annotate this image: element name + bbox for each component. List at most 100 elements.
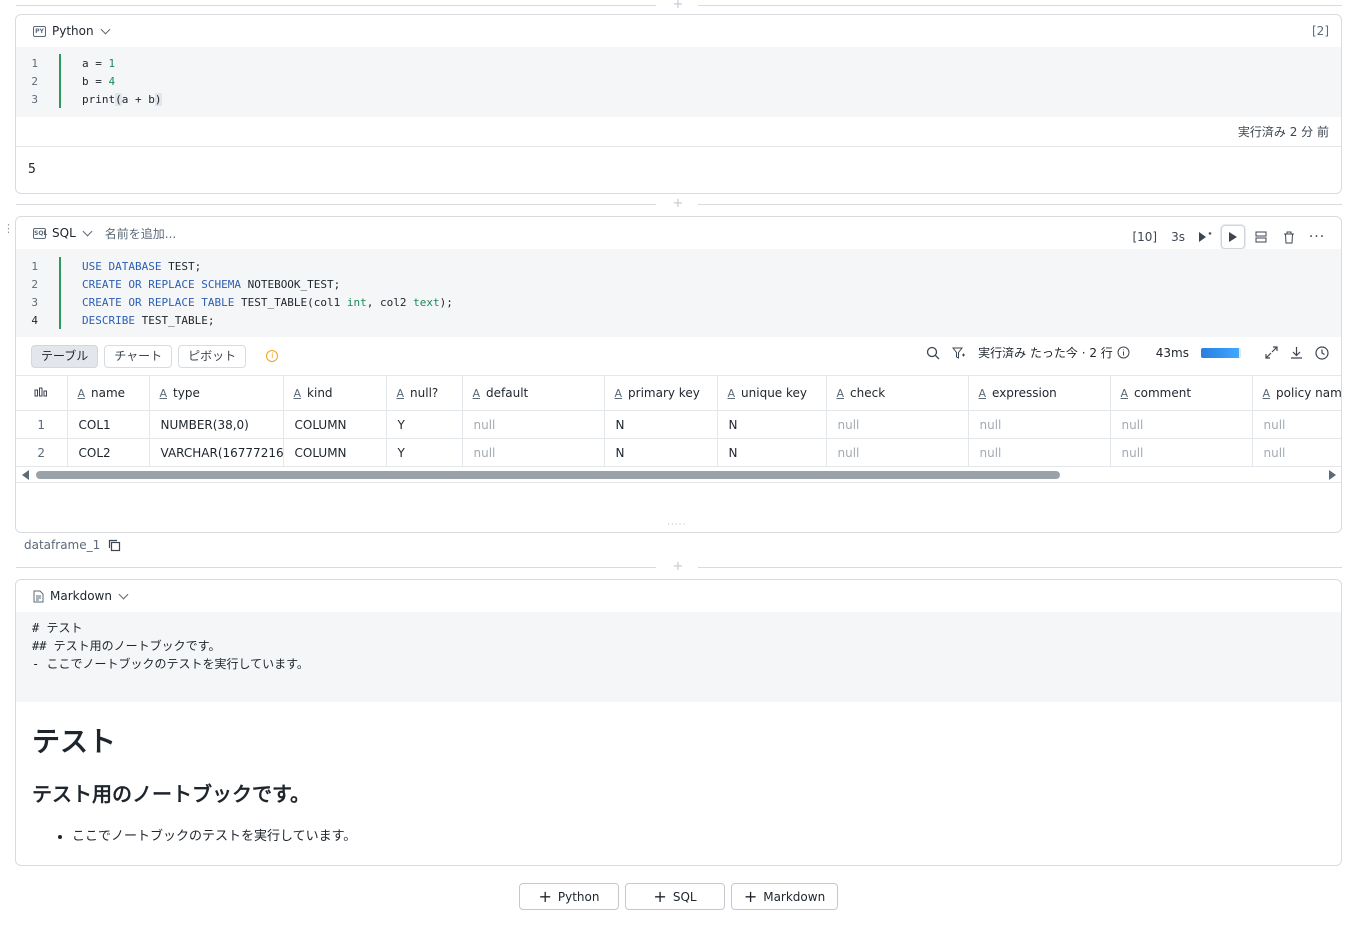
code-editor[interactable]: 1 USE DATABASE TEST; 2 CREATE OR REPLACE… xyxy=(16,249,1341,337)
code-line: 2 b = 4 xyxy=(31,74,116,88)
table-cell[interactable]: COL2 xyxy=(67,438,150,467)
column-header[interactable]: Akind xyxy=(283,375,387,411)
rendered-heading-1: テスト xyxy=(32,725,117,758)
column-header[interactable]: Apolicy nam xyxy=(1252,375,1341,411)
column-stats-icon[interactable] xyxy=(16,375,68,411)
tab-pivot[interactable]: ピボット xyxy=(178,344,247,368)
table-cell[interactable]: null xyxy=(968,438,1111,467)
table-cell[interactable]: null xyxy=(1110,410,1253,439)
column-header[interactable]: Acheck xyxy=(826,375,969,411)
plus-icon: + xyxy=(653,886,667,906)
scroll-left-icon[interactable] xyxy=(22,470,29,480)
table-cell[interactable]: null xyxy=(1110,438,1253,467)
resize-handle-icon[interactable]: ····· xyxy=(667,520,686,530)
add-sql-label: SQL xyxy=(672,889,697,904)
horizontal-scrollbar[interactable] xyxy=(16,467,1341,483)
column-header[interactable]: Atype xyxy=(149,375,284,411)
code-gutter-bar xyxy=(59,257,61,329)
sql-cell[interactable]: SQL SQL 名前を追加... [10] 3s ··· 1 USE DATAB… xyxy=(15,216,1342,533)
table-cell[interactable]: null xyxy=(462,410,605,439)
delete-icon[interactable] xyxy=(1277,225,1301,249)
table-cell[interactable]: null xyxy=(1252,438,1341,467)
language-label: SQL xyxy=(52,226,76,240)
language-selector[interactable]: Markdown xyxy=(33,589,129,603)
column-header[interactable]: Anull? xyxy=(386,375,463,411)
chevron-down-icon xyxy=(118,589,129,599)
markdown-rendered: テスト テスト用のノートブックです。 ここでノートブックのテストを実行しています… xyxy=(16,702,1341,856)
markdown-source-line: # テスト xyxy=(32,621,83,635)
split-cell-icon[interactable] xyxy=(1249,225,1273,249)
table-header-row: Aname Atype Akind Anull? Adefault Aprima… xyxy=(16,375,1341,411)
add-python-label: Python xyxy=(557,889,600,904)
add-markdown-button[interactable]: + Markdown xyxy=(731,883,838,910)
add-cell-plus-icon[interactable]: + xyxy=(671,559,685,574)
markdown-cell[interactable]: Markdown # テスト ## テスト用のノートブックです。 - ここでノー… xyxy=(15,579,1342,866)
column-header[interactable]: Aname xyxy=(67,375,150,411)
scroll-right-icon[interactable] xyxy=(1329,470,1336,480)
column-header[interactable]: Aprimary key xyxy=(604,375,718,411)
table-cell[interactable]: null xyxy=(826,438,969,467)
result-table-viewport: Aname Atype Akind Anull? Adefault Aprima… xyxy=(16,375,1341,467)
result-toolbar: テーブル チャート ピボット i 実行済み たった今 · 2 行 43ms xyxy=(16,337,1341,375)
plus-icon: + xyxy=(538,886,552,906)
language-label: Python xyxy=(52,24,94,38)
table-cell[interactable]: null xyxy=(462,438,605,467)
table-cell[interactable]: N xyxy=(717,438,827,467)
language-selector[interactable]: PY Python xyxy=(33,24,111,38)
table-cell[interactable]: COLUMN xyxy=(283,410,387,439)
table-cell[interactable]: NUMBER(38,0) xyxy=(149,410,284,439)
row-number: 2 xyxy=(16,438,68,467)
dataframe-label: dataframe_1 xyxy=(24,538,121,552)
table-cell[interactable]: null xyxy=(968,410,1111,439)
column-header[interactable]: Aexpression xyxy=(968,375,1111,411)
table-cell[interactable]: COLUMN xyxy=(283,438,387,467)
more-options-icon[interactable]: ··· xyxy=(1305,225,1329,249)
python-cell-header: PY Python [2] xyxy=(16,15,1341,47)
run-cell-button[interactable] xyxy=(1221,225,1245,249)
column-header[interactable]: Adefault xyxy=(462,375,605,411)
column-header[interactable]: Aunique key xyxy=(717,375,827,411)
filter-icon[interactable] xyxy=(952,346,966,360)
run-and-advance-icon[interactable] xyxy=(1193,225,1217,249)
table-cell[interactable]: Y xyxy=(386,438,463,467)
python-cell[interactable]: PY Python [2] 1 a = 1 2 b = 4 3 print(a … xyxy=(15,14,1342,194)
scrollbar-thumb[interactable] xyxy=(36,471,1060,479)
add-cell-bar: + Python + SQL + Markdown xyxy=(519,883,838,910)
tab-table[interactable]: テーブル xyxy=(31,344,99,368)
table-cell[interactable]: N xyxy=(604,410,718,439)
history-icon[interactable] xyxy=(1315,345,1329,360)
table-row[interactable]: 2 COL2 VARCHAR(16777216) COLUMN Y null N… xyxy=(16,438,1341,467)
column-header[interactable]: Acomment xyxy=(1110,375,1253,411)
add-cell-plus-icon[interactable]: + xyxy=(671,196,685,211)
expand-icon[interactable] xyxy=(1265,346,1278,359)
result-status: 実行済み たった今 · 2 行 xyxy=(978,346,1113,360)
tab-chart[interactable]: チャート xyxy=(104,344,173,368)
plus-icon: + xyxy=(743,886,758,906)
download-icon[interactable] xyxy=(1290,346,1303,359)
warning-info-icon[interactable]: i xyxy=(266,350,279,362)
add-sql-button[interactable]: + SQL xyxy=(625,883,725,910)
table-cell[interactable]: COL1 xyxy=(67,410,150,439)
table-cell[interactable]: N xyxy=(604,438,718,467)
result-table: Aname Atype Akind Anull? Adefault Aprima… xyxy=(16,375,1341,467)
table-cell[interactable]: null xyxy=(826,410,969,439)
table-cell[interactable]: VARCHAR(16777216) xyxy=(149,438,284,467)
add-cell-plus-icon[interactable]: + xyxy=(671,0,685,12)
table-cell[interactable]: null xyxy=(1252,410,1341,439)
cell-divider: + xyxy=(16,196,1342,211)
table-row[interactable]: 1 COL1 NUMBER(38,0) COLUMN Y null N N nu… xyxy=(16,410,1341,439)
cell-name-input[interactable]: 名前を追加... xyxy=(105,225,176,242)
code-line: 2 CREATE OR REPLACE SCHEMA NOTEBOOK_TEST… xyxy=(31,277,341,291)
code-line: 3 print(a + b) xyxy=(31,92,162,106)
cell-divider: + xyxy=(16,0,1342,12)
markdown-source-editor[interactable]: # テスト ## テスト用のノートブックです。 - ここでノートブックのテストを… xyxy=(16,612,1341,702)
language-selector[interactable]: SQL SQL xyxy=(33,226,93,240)
rendered-list-item: ここでノートブックのテストを実行しています。 xyxy=(72,825,1325,844)
add-python-button[interactable]: + Python xyxy=(519,883,619,910)
code-editor[interactable]: 1 a = 1 2 b = 4 3 print(a + b) xyxy=(16,47,1341,117)
search-icon[interactable] xyxy=(926,346,940,360)
info-icon[interactable] xyxy=(1117,346,1130,359)
copy-icon[interactable] xyxy=(108,539,121,552)
table-cell[interactable]: Y xyxy=(386,410,463,439)
table-cell[interactable]: N xyxy=(717,410,827,439)
